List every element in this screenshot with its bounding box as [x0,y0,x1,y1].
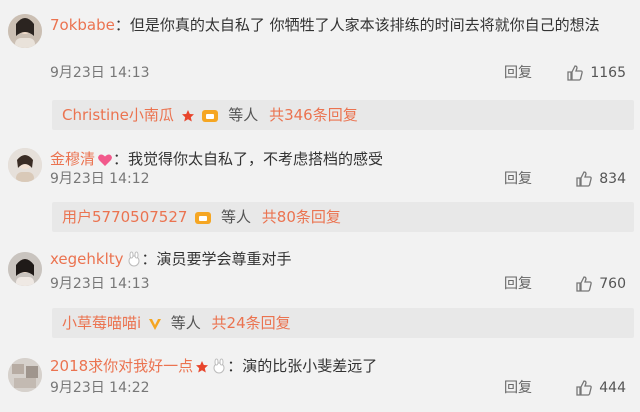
like-button[interactable]: 834 [575,168,626,190]
comment-content: xegehklty ：演员要学会尊重对手 [50,248,632,270]
like-count: 444 [599,380,626,396]
vip-badge-icon [202,110,219,122]
thumbs-up-icon [576,380,593,396]
like-button[interactable]: 1165 [566,62,626,84]
comment-text: ：但是你真的太自私了 你牺牲了人家本该排练的时间去将就你自己的想法 [114,16,600,34]
replies-summary[interactable]: 小草莓喵喵i 等人 共24条回复 [52,308,634,338]
reply-count[interactable]: 共24条回复 [212,314,291,332]
reply-count[interactable]: 共346条回复 [269,106,358,124]
like-count: 834 [599,171,626,187]
reply-suffix: 等人 [228,106,259,124]
reply-count[interactable]: 共80条回复 [262,208,341,226]
vip-badge-icon [195,212,212,224]
user-avatar[interactable] [8,14,42,48]
comment-username[interactable]: 7okbabe [50,16,115,34]
reply-user-names[interactable]: Christine小南瓜 [62,106,174,124]
comment-meta: 9月23日 14:12 回复 834 [50,168,626,190]
heart-badge-icon [98,154,112,166]
replies-summary[interactable]: 用户5770507527 等人 共80条回复 [52,202,634,232]
like-button[interactable]: 760 [575,273,626,295]
comment-time: 9月23日 14:13 [50,65,150,81]
reply-user-names[interactable]: 小草莓喵喵i [62,314,141,332]
comment-username[interactable]: 2018求你对我好一点 [50,357,193,375]
thumbs-up-icon [576,276,593,292]
like-button[interactable]: 444 [575,377,626,399]
comment-time: 9月23日 14:13 [50,276,150,292]
user-avatar[interactable] [8,358,42,392]
comment-text: ：演员要学会尊重对手 [141,250,292,268]
replies-summary[interactable]: Christine小南瓜 等人 共346条回复 [52,100,634,130]
star-badge-icon [181,110,194,122]
reply-button[interactable]: 回复 [504,62,532,84]
comment-text: ：我觉得你太自私了，不考虑搭档的感受 [113,150,384,168]
reply-button[interactable]: 回复 [504,377,532,399]
bunny-badge-icon [128,251,140,267]
comment-text: ：演的比张小斐差远了 [227,357,378,375]
reply-suffix: 等人 [221,208,252,226]
thumbs-up-icon [576,171,593,187]
comment-time: 9月23日 14:22 [50,380,150,396]
comment-content: 2018求你对我好一点 ：演的比张小斐差远了 [50,355,632,377]
comment-username[interactable]: xegehklty [50,250,124,268]
comment-username[interactable]: 金穆清 [50,150,95,168]
reply-button[interactable]: 回复 [504,273,532,295]
like-count: 760 [599,276,626,292]
thumbs-up-icon [567,65,584,81]
like-count: 1165 [590,65,626,81]
comment-content: 金穆清 ：我觉得你太自私了，不考虑搭档的感受 [50,148,632,170]
v-badge-icon [148,319,161,330]
user-avatar[interactable] [8,252,42,286]
comment-meta: 9月23日 14:13 回复 760 [50,273,626,295]
reply-suffix: 等人 [170,314,201,332]
comment-meta: 9月23日 14:22 回复 444 [50,377,626,399]
reply-button[interactable]: 回复 [504,168,532,190]
star-badge-icon [196,361,209,373]
comment-time: 9月23日 14:12 [50,171,150,187]
comment-meta: 9月23日 14:13 回复 1165 [50,62,626,84]
reply-user-names[interactable]: 用户5770507527 [62,208,187,226]
user-avatar[interactable] [8,148,42,182]
bunny-badge-icon [213,358,225,374]
